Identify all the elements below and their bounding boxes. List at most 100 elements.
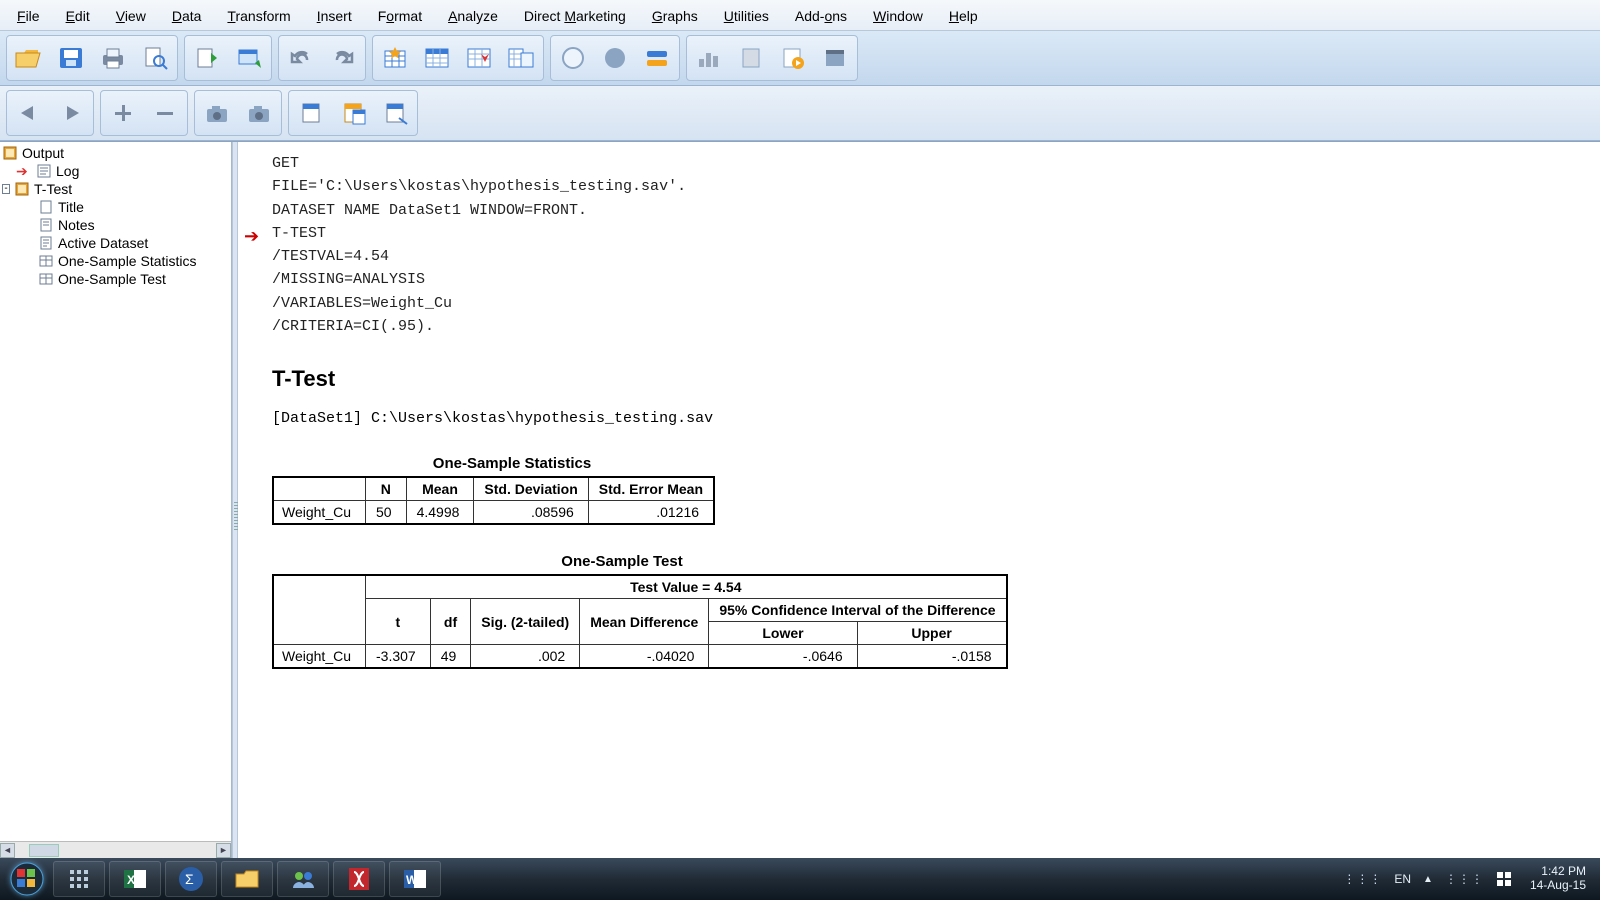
goto-case-button[interactable] [417, 38, 457, 78]
tray-dots-icon[interactable]: ⋮⋮⋮ [1445, 872, 1484, 886]
tree-active-dataset[interactable]: Active Dataset [0, 234, 231, 252]
open-button[interactable] [9, 38, 49, 78]
tree-output[interactable]: Output [0, 144, 231, 162]
menu-insert[interactable]: Insert [304, 4, 365, 28]
sidebar-scrollbar[interactable]: ◄► [0, 841, 231, 858]
tray-language[interactable]: EN [1394, 872, 1411, 886]
menu-addons[interactable]: Add-ons [782, 4, 860, 28]
printer-icon [99, 45, 127, 71]
menu-data[interactable]: Data [159, 4, 215, 28]
tree-ttest[interactable]: - T-Test [0, 180, 231, 198]
variables-button[interactable] [501, 38, 541, 78]
tray-clock[interactable]: 1:42 PM 14-Aug-15 [1524, 865, 1592, 893]
tray-windows-icon[interactable] [1496, 871, 1512, 887]
tray-dots-icon[interactable]: ⋮⋮⋮ [1343, 872, 1382, 886]
page-gray-icon [737, 45, 765, 71]
goto-variable-button[interactable] [459, 38, 499, 78]
taskbar-explorer[interactable] [221, 861, 273, 897]
value-labels-button[interactable] [637, 38, 677, 78]
use-variable-sets-button[interactable] [689, 38, 729, 78]
tree-title[interactable]: Title [0, 198, 231, 216]
forward-button[interactable] [51, 93, 91, 133]
taskbar-spss[interactable]: Σ [165, 861, 217, 897]
page-link-icon [381, 100, 409, 126]
print-preview-button[interactable] [135, 38, 175, 78]
save-button[interactable] [51, 38, 91, 78]
print-button[interactable] [93, 38, 133, 78]
menu-edit[interactable]: Edit [53, 4, 103, 28]
menu-help[interactable]: Help [936, 4, 991, 28]
taskbar-people[interactable] [277, 861, 329, 897]
tree-label: Log [56, 163, 79, 179]
one-sample-statistics-table[interactable]: One-Sample Statistics N Mean Std. Deviat… [246, 455, 1582, 525]
pivot-title: One-Sample Test [272, 553, 972, 570]
goto-data-button[interactable] [375, 38, 415, 78]
tree-log[interactable]: ➔ Log [0, 162, 231, 180]
associate-button[interactable] [375, 93, 415, 133]
taskbar-pdf[interactable] [333, 861, 385, 897]
taskbar-excel[interactable]: X [109, 861, 161, 897]
back-button[interactable] [9, 93, 49, 133]
menu-file[interactable]: File [4, 4, 53, 28]
menu-window[interactable]: Window [860, 4, 936, 28]
select-cases-button[interactable] [553, 38, 593, 78]
collapse-button[interactable] [145, 93, 185, 133]
promote-button[interactable] [291, 93, 331, 133]
menu-view[interactable]: View [103, 4, 159, 28]
camera1-button[interactable] [197, 93, 237, 133]
plus-icon [111, 101, 135, 125]
tree-label: Notes [58, 217, 95, 233]
menu-analyze[interactable]: Analyze [435, 4, 511, 28]
labels-icon [643, 45, 671, 71]
pdf-icon [346, 866, 372, 892]
start-button[interactable] [4, 860, 50, 898]
cell: .01216 [588, 501, 714, 525]
chart-gray-icon [695, 45, 723, 71]
recall-dialog-button[interactable] [229, 38, 269, 78]
one-sample-test-table[interactable]: One-Sample Test Test Value = 4.54 t df S… [246, 553, 1582, 669]
syntax-line: /MISSING=ANALYSIS [272, 268, 1582, 291]
cell: -.04020 [580, 645, 709, 669]
svg-text:Σ: Σ [185, 871, 194, 887]
redo-button[interactable] [323, 38, 363, 78]
col-header: Sig. (2-tailed) [471, 599, 580, 645]
redo-icon [329, 48, 357, 68]
menu-direct-marketing[interactable]: Direct Marketing [511, 4, 639, 28]
tree-one-sample-test[interactable]: One-Sample Test [0, 270, 231, 288]
taskbar-app-grid[interactable] [53, 861, 105, 897]
weight-cases-button[interactable] [595, 38, 635, 78]
output-viewer[interactable]: ➔ GET FILE='C:\Users\kostas\hypothesis_t… [238, 142, 1600, 858]
menu-format[interactable]: Format [365, 4, 435, 28]
col-header: Upper [857, 622, 1006, 645]
menu-transform[interactable]: Transform [214, 4, 303, 28]
page-orange-icon [339, 100, 367, 126]
camera2-button[interactable] [239, 93, 279, 133]
dataset-path: [DataSet1] C:\Users\kostas\hypothesis_te… [272, 410, 1582, 427]
export-button[interactable] [187, 38, 227, 78]
show-all-variables-button[interactable] [731, 38, 771, 78]
demote-button[interactable] [333, 93, 373, 133]
outline-tree[interactable]: Output ➔ Log - T-Test Title Notes [0, 142, 231, 841]
page-blue-icon [297, 100, 325, 126]
syntax-line: /VARIABLES=Weight_Cu [272, 292, 1582, 315]
menu-graphs[interactable]: Graphs [639, 4, 711, 28]
tree-label: Active Dataset [58, 235, 148, 251]
folder-icon [234, 868, 260, 890]
syntax-line: DATASET NAME DataSet1 WINDOW=FRONT. [272, 199, 1582, 222]
page-play-icon [779, 45, 807, 71]
menu-utilities[interactable]: Utilities [711, 4, 782, 28]
expand-button[interactable] [103, 93, 143, 133]
table-icon [38, 253, 54, 269]
tray-arrow-icon[interactable]: ▲ [1423, 874, 1433, 885]
folder-open-icon [14, 45, 44, 71]
undo-button[interactable] [281, 38, 321, 78]
tree-one-sample-stats[interactable]: One-Sample Statistics [0, 252, 231, 270]
grid-page-icon [507, 45, 535, 71]
col-header: Mean [406, 477, 474, 501]
windows-logo-icon [9, 861, 45, 897]
run-button[interactable] [773, 38, 813, 78]
svg-text:X: X [127, 873, 135, 887]
designate-window-button[interactable] [815, 38, 855, 78]
tree-notes[interactable]: Notes [0, 216, 231, 234]
taskbar-word[interactable]: W [389, 861, 441, 897]
